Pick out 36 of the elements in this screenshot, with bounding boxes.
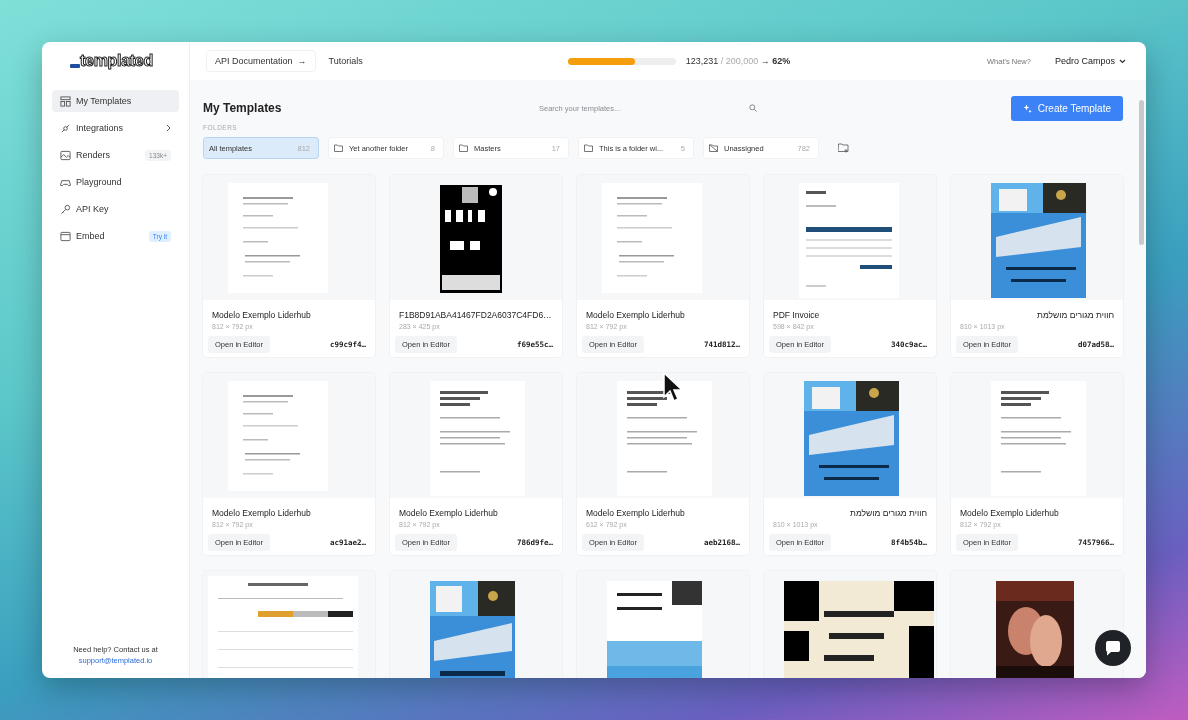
sidebar-item[interactable]: API Key [52, 198, 179, 220]
plug-icon [60, 122, 71, 134]
key-icon [60, 203, 71, 215]
scrollbar[interactable] [1139, 100, 1144, 245]
sidebar-item[interactable]: Playground [52, 171, 179, 193]
sparkle-icon [1022, 103, 1032, 113]
folder-icon [459, 144, 468, 152]
nav-link[interactable]: API Documentation → [206, 50, 316, 72]
template-title: Modelo Exemplo Liderhub [586, 310, 686, 320]
template-title: Modelo Exemplo Liderhub [399, 508, 499, 518]
usage-text: 123,231 / 200,000 → 62% [685, 56, 791, 66]
template-title: Modelo Exemplo Liderhub [212, 310, 312, 320]
window-icon [60, 230, 71, 242]
user-menu[interactable]: Pedro Campos [1054, 56, 1126, 66]
folder-off-icon [709, 144, 718, 152]
sidebar-item[interactable]: My Templates [52, 90, 179, 112]
logo-text: templated [80, 52, 153, 70]
chat-icon [1105, 640, 1121, 656]
add-folder-icon[interactable] [838, 143, 849, 153]
templates-icon [60, 95, 71, 107]
template-title: Modelo Exemplo Liderhub [586, 508, 686, 518]
chevron-down-icon [1119, 58, 1126, 64]
image-icon [60, 149, 71, 161]
template-title: Modelo Exemplo Liderhub [960, 508, 1060, 518]
page-title: My Templates [203, 101, 283, 115]
sidebar-item[interactable]: Integrations [52, 117, 179, 139]
folder-icon [334, 144, 343, 152]
template-title: חווית מגורים מושלמת [849, 508, 927, 518]
template-title: חווית מגורים מושלמת [1036, 310, 1114, 320]
folder-icon [584, 144, 593, 152]
logo-mark-icon [70, 63, 80, 68]
template-title: F1B8D91ABA41467FD2A6037C4FD6… [399, 310, 553, 320]
search-icon [749, 104, 757, 112]
template-title: PDF Invoice [773, 310, 821, 320]
template-title: Modelo Exemplo Liderhub [212, 508, 312, 518]
create-template-button[interactable]: Create Template [1010, 95, 1123, 121]
